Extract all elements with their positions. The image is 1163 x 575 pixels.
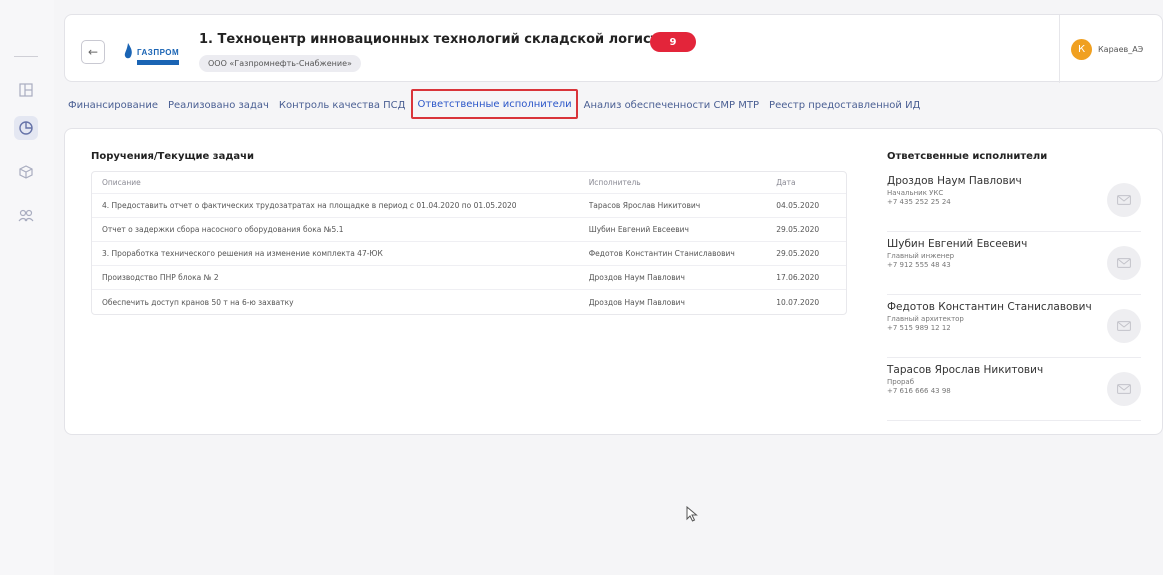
table-row[interactable]: Отчет о задержки сбора насосного оборудо… bbox=[92, 218, 846, 242]
person-role: Прораб bbox=[887, 378, 915, 386]
table-row[interactable]: Обеспечить доступ кранов 50 т на 6-ю зах… bbox=[92, 290, 846, 314]
task-description: Производство ПНР блока № 2 bbox=[102, 273, 219, 282]
task-description: Отчет о задержки сбора насосного оборудо… bbox=[102, 225, 344, 234]
task-description: 3. Проработка технического решения на из… bbox=[102, 249, 383, 258]
task-executor: Федотов Константин Станиславович bbox=[588, 249, 735, 258]
avatar: К bbox=[1071, 38, 1092, 60]
task-count-badge: 9 bbox=[650, 32, 696, 52]
responsible-list: Дроздов Наум Павлович Начальник УКС +7 4… bbox=[887, 169, 1141, 421]
table-row[interactable]: 3. Проработка технического решения на из… bbox=[92, 242, 846, 266]
logo-text: ГАЗПРОМ bbox=[137, 47, 180, 57]
column-header[interactable]: Дата bbox=[776, 178, 846, 187]
grid-icon[interactable] bbox=[14, 78, 38, 102]
project-header: ← ГАЗПРОМ 1. Техноцентр инновационных те… bbox=[64, 14, 1163, 83]
mail-button[interactable] bbox=[1107, 183, 1141, 217]
tab-responsible-executors[interactable]: Ответственные исполнители bbox=[411, 89, 578, 119]
task-date: 10.07.2020 bbox=[776, 297, 820, 307]
person-phone: +7 515 989 12 12 bbox=[887, 324, 951, 332]
person-role: Главный инженер bbox=[887, 252, 955, 260]
list-item: Шубин Евгений Евсеевич Главный инженер +… bbox=[887, 232, 1141, 295]
list-item: Тарасов Ярослав Никитович Прораб +7 616 … bbox=[887, 358, 1141, 421]
mail-icon bbox=[1117, 384, 1131, 394]
pie-chart-icon[interactable] bbox=[14, 116, 38, 140]
mouse-cursor-icon bbox=[686, 506, 698, 522]
user-menu[interactable]: К Караев_АЭ bbox=[1059, 15, 1163, 83]
tab-mtr-analysis[interactable]: Анализ обеспеченности СМР МТР bbox=[580, 92, 763, 118]
list-item: Федотов Константин Станиславович Главный… bbox=[887, 295, 1141, 358]
users-icon[interactable] bbox=[14, 204, 38, 228]
person-role: Начальник УКС bbox=[887, 189, 944, 197]
task-date: 29.05.2020 bbox=[776, 225, 820, 234]
mail-button[interactable] bbox=[1107, 246, 1141, 280]
tab-financing[interactable]: Финансирование bbox=[64, 92, 162, 118]
person-name: Шубин Евгений Евсеевич bbox=[887, 238, 1028, 250]
task-date: 04.05.2020 bbox=[776, 201, 820, 210]
user-name: Караев_АЭ bbox=[1098, 44, 1144, 54]
page-title: 1. Техноцентр инновационных технологий с… bbox=[199, 32, 686, 47]
task-description: 4. Предоставить отчет о фактических труд… bbox=[102, 201, 517, 210]
mail-icon bbox=[1117, 195, 1131, 205]
column-header[interactable]: Описание bbox=[92, 178, 589, 187]
person-role: Главный архитектор bbox=[887, 315, 964, 323]
mail-icon bbox=[1117, 321, 1131, 331]
task-executor: Тарасов Ярослав Никитович bbox=[588, 201, 701, 210]
tab-id-registry[interactable]: Реестр предоставленной ИД bbox=[765, 92, 924, 118]
arrow-left-icon: ← bbox=[87, 45, 99, 59]
content-card: Поручения/Текущие задачи Описание Исполн… bbox=[64, 128, 1163, 435]
table-row[interactable]: 4. Предоставить отчет о фактических труд… bbox=[92, 194, 846, 218]
cube-icon[interactable] bbox=[14, 160, 38, 184]
people-title: Ответсвенные исполнители bbox=[887, 151, 1048, 162]
tab-quality-control[interactable]: Контроль качества ПСД bbox=[275, 92, 410, 118]
task-date: 17.06.2020 bbox=[776, 273, 820, 282]
organization-badge: ООО «Газпромнефть-Снабжение» bbox=[199, 55, 361, 72]
person-name: Дроздов Наум Павлович bbox=[887, 175, 1022, 187]
tab-completed-tasks[interactable]: Реализовано задач bbox=[164, 92, 273, 118]
back-button[interactable]: ← bbox=[81, 40, 105, 64]
task-executor: Дроздов Наум Павлович bbox=[588, 297, 685, 307]
tab-bar: Финансирование Реализовано задач Контрол… bbox=[64, 89, 926, 119]
task-executor: Шубин Евгений Евсеевич bbox=[588, 225, 689, 234]
rail-divider bbox=[14, 56, 38, 57]
person-phone: +7 912 555 48 43 bbox=[887, 261, 951, 269]
flame-icon bbox=[124, 43, 132, 59]
tasks-table: Описание Исполнитель Дата 4. Предоставит… bbox=[91, 171, 847, 315]
person-name: Федотов Константин Станиславович bbox=[887, 301, 1092, 313]
column-header[interactable]: Исполнитель bbox=[589, 178, 777, 187]
list-item: Дроздов Наум Павлович Начальник УКС +7 4… bbox=[887, 169, 1141, 232]
logo-sub-bar bbox=[137, 59, 180, 65]
mail-button[interactable] bbox=[1107, 309, 1141, 343]
person-phone: +7 616 666 43 98 bbox=[887, 387, 951, 395]
mail-icon bbox=[1117, 258, 1131, 268]
table-header: Описание Исполнитель Дата bbox=[92, 172, 846, 194]
table-row[interactable]: Производство ПНР блока № 2 Дроздов Наум … bbox=[92, 266, 846, 290]
person-phone: +7 435 252 25 24 bbox=[887, 198, 951, 206]
task-executor: Дроздов Наум Павлович bbox=[588, 273, 685, 282]
task-date: 29.05.2020 bbox=[776, 249, 820, 258]
person-name: Тарасов Ярослав Никитович bbox=[887, 364, 1044, 376]
company-logo: ГАЗПРОМ bbox=[121, 39, 183, 65]
mail-button[interactable] bbox=[1107, 372, 1141, 406]
task-description: Обеспечить доступ кранов 50 т на 6-ю зах… bbox=[102, 297, 294, 307]
left-rail bbox=[0, 0, 54, 575]
tasks-title: Поручения/Текущие задачи bbox=[91, 151, 255, 162]
